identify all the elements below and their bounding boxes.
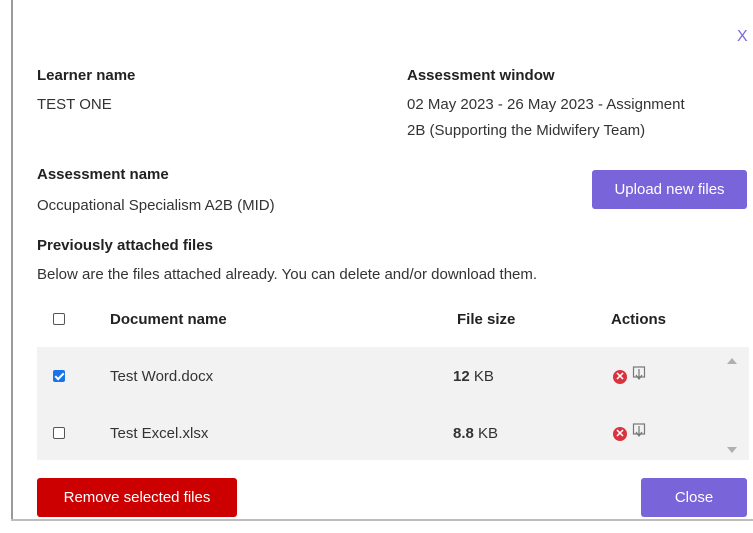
row-file-size: 12 KB: [453, 368, 494, 385]
x-circle-icon[interactable]: ✕: [613, 427, 627, 441]
assessment-window-label: Assessment window: [407, 67, 555, 84]
download-icon[interactable]: [632, 423, 646, 439]
column-header-file-size: File size: [457, 311, 516, 328]
previous-files-label: Previously attached files: [37, 237, 213, 254]
column-header-actions: Actions: [611, 311, 667, 328]
close-button[interactable]: Close: [641, 478, 747, 517]
row-file-size: 8.8 KB: [453, 425, 499, 442]
download-icon[interactable]: [632, 366, 646, 382]
row-checkbox-test-word[interactable]: [53, 370, 65, 382]
row-checkbox-test-excel[interactable]: [53, 427, 65, 439]
files-table-body: [37, 347, 749, 460]
x-circle-icon[interactable]: ✕: [613, 370, 627, 384]
dialog-frame-bottom: [11, 519, 753, 521]
assessment-name-value: Occupational Specialism A2B (MID): [37, 197, 275, 214]
row-document-name: Test Excel.xlsx: [110, 425, 209, 442]
learner-name-value: TEST ONE: [37, 96, 112, 113]
row-document-name: Test Word.docx: [110, 368, 214, 385]
remove-selected-files-button[interactable]: Remove selected files: [37, 478, 237, 517]
assessment-name-label: Assessment name: [37, 166, 169, 183]
select-all-checkbox[interactable]: [53, 313, 65, 325]
scroll-up-icon[interactable]: [727, 358, 737, 364]
learner-name-label: Learner name: [37, 67, 136, 84]
scroll-down-icon[interactable]: [727, 447, 737, 453]
assessment-window-line1: 02 May 2023 - 26 May 2023 - Assignment: [407, 96, 685, 113]
assessment-window-line2: 2B (Supporting the Midwifery Team): [407, 122, 646, 139]
upload-new-files-button[interactable]: Upload new files: [592, 170, 747, 209]
previous-files-description: Below are the files attached already. Yo…: [37, 266, 538, 283]
column-header-document-name: Document name: [110, 311, 227, 328]
close-icon[interactable]: X: [737, 28, 748, 46]
dialog-frame-left: [11, 0, 13, 521]
